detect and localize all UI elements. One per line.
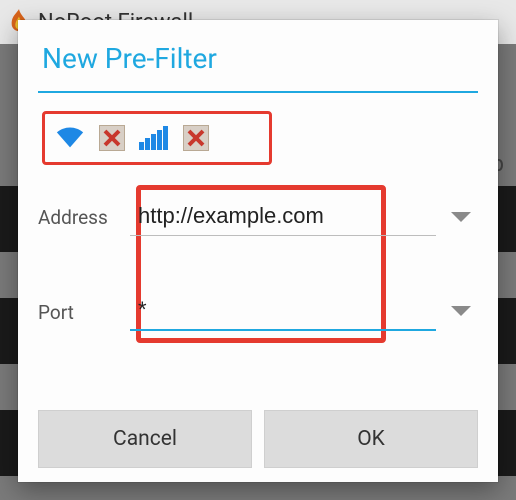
- dialog-title: New Pre-Filter: [18, 20, 498, 91]
- new-prefilter-dialog: New Pre-Filter: [18, 20, 498, 482]
- cellular-block-toggle[interactable]: [183, 125, 209, 151]
- address-label: Address: [38, 206, 130, 229]
- ok-button[interactable]: OK: [264, 410, 478, 468]
- form-area: Address Port: [38, 193, 478, 363]
- connection-toggle-row: [42, 111, 272, 165]
- wifi-block-toggle[interactable]: [99, 125, 125, 151]
- address-dropdown[interactable]: [444, 210, 478, 226]
- dialog-divider: [38, 91, 478, 93]
- cancel-button[interactable]: Cancel: [38, 410, 252, 468]
- port-dropdown[interactable]: [444, 304, 478, 320]
- port-row: Port: [38, 293, 478, 331]
- address-row: Address: [38, 199, 478, 236]
- address-input[interactable]: [130, 199, 436, 236]
- port-input[interactable]: [130, 293, 436, 331]
- port-label: Port: [38, 301, 130, 324]
- wifi-icon[interactable]: [55, 123, 85, 153]
- cellular-bars-icon[interactable]: [139, 123, 169, 153]
- dialog-button-row: Cancel OK: [38, 410, 478, 468]
